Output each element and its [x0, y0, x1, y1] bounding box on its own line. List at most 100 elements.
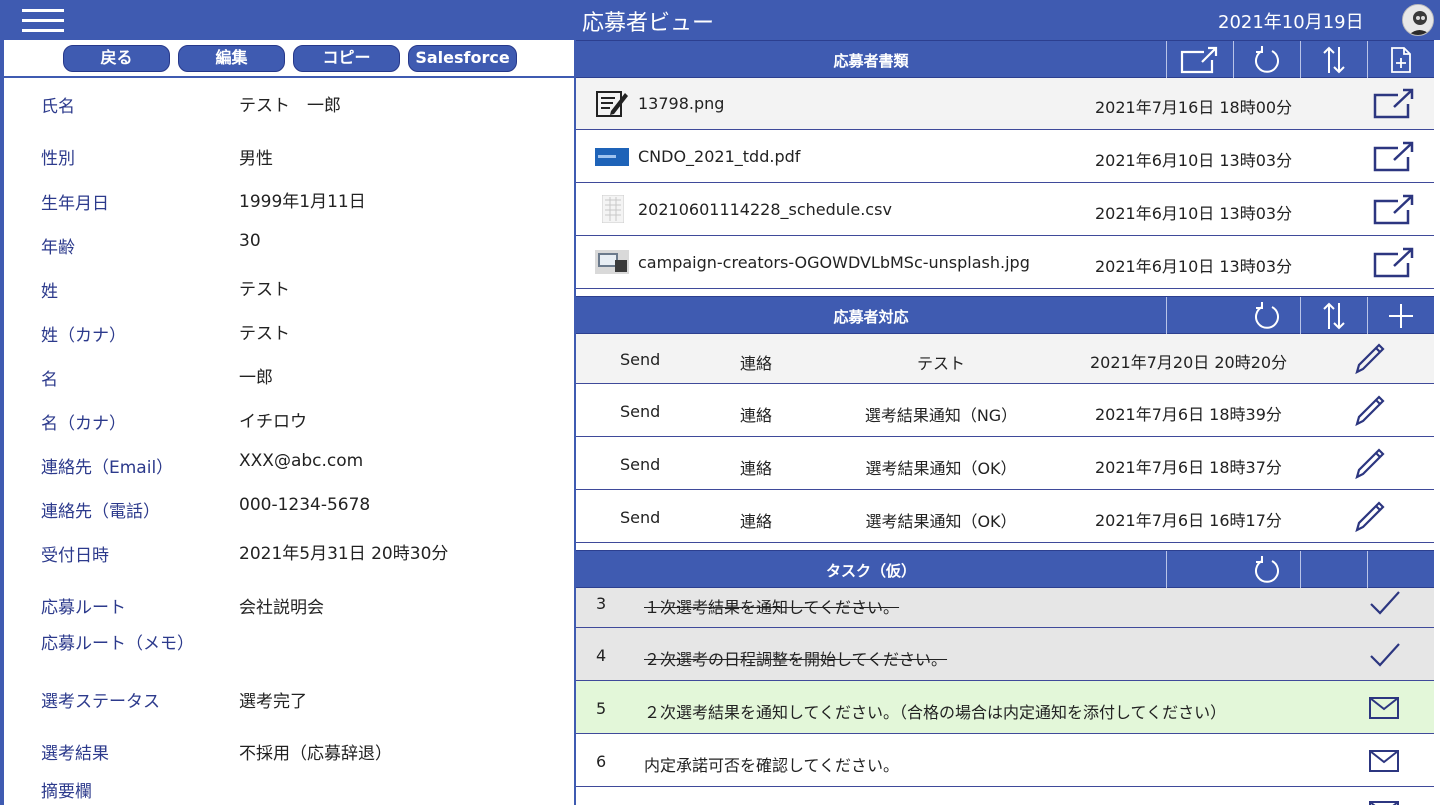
response-subject: テスト	[916, 354, 965, 373]
field-value-received-at: 2021年5月31日 20時30分	[239, 544, 449, 564]
response-type: Send	[620, 508, 661, 527]
response-row[interactable]: Send 連絡 選考結果通知（OK） 2021年7月6日 16時17分	[576, 490, 1434, 543]
refresh-icon[interactable]	[1252, 555, 1282, 585]
page-title: 応募者ビュー	[581, 11, 714, 36]
header-divider	[1166, 297, 1167, 335]
response-row[interactable]: Send 連絡 選考結果通知（OK） 2021年7月6日 18時37分	[576, 437, 1434, 490]
field-label-selection-status: 選考ステータス	[41, 692, 160, 712]
header-divider	[1300, 41, 1301, 79]
document-name[interactable]: CNDO_2021_tdd.pdf	[638, 147, 800, 166]
photo-thumbnail	[595, 250, 629, 274]
top-bar: 応募者ビュー 2021年10月19日	[0, 0, 1440, 40]
add-icon[interactable]	[1386, 301, 1416, 331]
back-button[interactable]: 戻る	[63, 45, 170, 72]
checkmark-icon[interactable]	[1368, 590, 1402, 616]
field-label-birthdate: 生年月日	[41, 194, 109, 214]
sort-icon[interactable]	[1319, 301, 1349, 331]
mail-icon[interactable]	[1368, 696, 1400, 720]
pencil-edit-icon[interactable]	[1352, 500, 1386, 534]
task-text: 内定承諾可否を確認してください。	[644, 756, 900, 775]
response-kind: 連絡	[740, 512, 773, 531]
response-type: Send	[620, 402, 661, 421]
field-value-birthdate: 1999年1月11日	[239, 192, 366, 212]
document-row[interactable]: CNDO_2021_tdd.pdf 2021年6月10日 13時03分	[576, 130, 1434, 183]
document-name[interactable]: 13798.png	[638, 94, 724, 113]
field-label-remarks: 摘要欄	[41, 782, 92, 802]
refresh-icon[interactable]	[1252, 45, 1282, 75]
copy-button[interactable]: コピー	[293, 45, 400, 72]
task-number: 6	[596, 752, 607, 771]
field-value-first-name-kana: イチロウ	[239, 412, 307, 432]
tasks-title: タスク（仮）	[825, 562, 916, 580]
mail-icon[interactable]	[1368, 800, 1400, 805]
action-toolbar: 戻る 編集 コピー Salesforce	[4, 40, 574, 78]
header-divider	[1300, 551, 1301, 589]
responses-header: 応募者対応	[576, 296, 1434, 335]
pencil-edit-icon[interactable]	[1352, 447, 1386, 481]
tasks-header: タスク（仮）	[576, 550, 1434, 589]
header-divider	[1367, 41, 1368, 79]
field-value-last-name-kana: テスト	[239, 324, 290, 344]
right-panel: 応募者書類 13798.png 2021年7月16日 18時00分 CNDO_2…	[576, 40, 1440, 805]
response-subject: 選考結果通知（NG）	[864, 406, 1018, 425]
current-date: 2021年10月19日	[1218, 12, 1364, 33]
field-value-last-name: テスト	[239, 280, 290, 300]
task-row[interactable]: 5 ２次選考結果を通知してください。（合格の場合は内定通知を添付してください）	[576, 681, 1434, 734]
task-text: ２次選考結果を通知してください。（合格の場合は内定通知を添付してください）	[644, 703, 1227, 722]
document-row[interactable]: 13798.png 2021年7月16日 18時00分	[576, 78, 1434, 130]
header-divider	[1233, 41, 1234, 79]
open-external-icon[interactable]	[1372, 141, 1416, 173]
field-label-gender: 性別	[41, 149, 75, 169]
refresh-icon[interactable]	[1252, 301, 1282, 331]
response-type: Send	[620, 350, 661, 369]
document-name[interactable]: campaign-creators-OGOWDVLbMSc-unsplash.j…	[638, 253, 1030, 272]
field-label-first-name: 名	[41, 370, 58, 390]
field-value-selection-result: 不採用（応募辞退）	[239, 744, 392, 764]
task-row[interactable]	[576, 787, 1434, 805]
edit-button[interactable]: 編集	[178, 45, 285, 72]
field-label-first-name-kana: 名（カナ）	[41, 414, 126, 434]
open-external-icon[interactable]	[1372, 88, 1416, 120]
task-row[interactable]: 6 内定承諾可否を確認してください。	[576, 734, 1434, 787]
document-date: 2021年7月16日 18時00分	[1095, 98, 1293, 117]
response-row[interactable]: Send 連絡 選考結果通知（NG） 2021年7月6日 18時39分	[576, 384, 1434, 437]
document-date: 2021年6月10日 13時03分	[1095, 257, 1293, 276]
field-value-application-route: 会社説明会	[239, 598, 324, 618]
header-divider	[1166, 551, 1167, 589]
document-name[interactable]: 20210601114228_schedule.csv	[638, 200, 892, 219]
response-row[interactable]: Send 連絡 テスト 2021年7月20日 20時20分	[576, 334, 1434, 384]
task-row[interactable]: 4 ２次選考の日程調整を開始してください。	[576, 628, 1434, 681]
checkmark-icon[interactable]	[1368, 642, 1402, 668]
response-subject: 選考結果通知（OK）	[865, 512, 1017, 531]
documents-title: 応募者書類	[833, 52, 909, 70]
response-type: Send	[620, 455, 661, 474]
avatar[interactable]	[1402, 4, 1434, 36]
document-row[interactable]: 20210601114228_schedule.csv 2021年6月10日 1…	[576, 183, 1434, 236]
task-text: ２次選考の日程調整を開始してください。	[644, 650, 948, 669]
task-row[interactable]: 3 １次選考結果を通知してください。	[576, 588, 1434, 628]
task-number: 4	[596, 646, 607, 665]
response-kind: 連絡	[740, 406, 773, 425]
field-label-name: 氏名	[41, 97, 75, 117]
open-external-icon[interactable]	[1180, 45, 1220, 75]
response-date: 2021年7月6日 16時17分	[1095, 511, 1282, 530]
mail-icon[interactable]	[1368, 749, 1400, 773]
open-external-icon[interactable]	[1372, 247, 1416, 279]
applicant-details-panel: 戻る 編集 コピー Salesforce 氏名 テスト 一郎 性別 男性 生年月…	[0, 40, 576, 805]
sort-icon[interactable]	[1319, 45, 1349, 75]
field-value-first-name: 一郎	[239, 368, 273, 388]
document-date: 2021年6月10日 13時03分	[1095, 151, 1293, 170]
field-label-route-memo: 応募ルート（メモ）	[41, 634, 194, 654]
field-value-gender: 男性	[239, 149, 273, 169]
field-label-email: 連絡先（Email）	[41, 458, 174, 478]
document-row[interactable]: campaign-creators-OGOWDVLbMSc-unsplash.j…	[576, 236, 1434, 289]
pencil-edit-icon[interactable]	[1352, 394, 1386, 428]
responses-title: 応募者対応	[833, 308, 909, 326]
field-label-last-name: 姓	[41, 282, 58, 302]
add-file-icon[interactable]	[1386, 45, 1416, 75]
header-divider	[1166, 41, 1167, 79]
pencil-edit-icon[interactable]	[1352, 342, 1386, 376]
document-date: 2021年6月10日 13時03分	[1095, 204, 1293, 223]
salesforce-button[interactable]: Salesforce	[408, 45, 517, 72]
open-external-icon[interactable]	[1372, 194, 1416, 226]
